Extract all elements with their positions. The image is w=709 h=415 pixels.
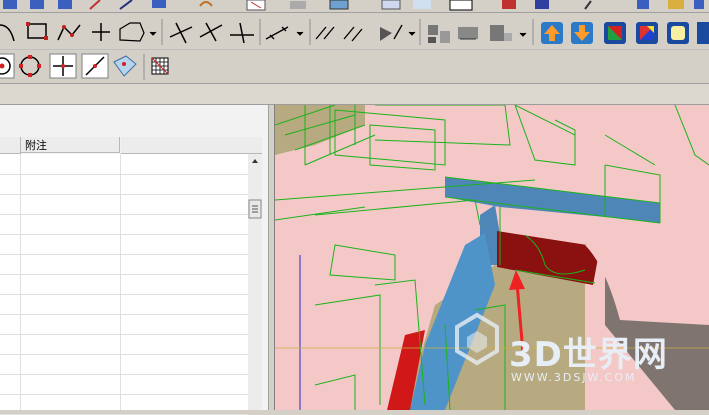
- sketch-toolbar-icons: [0, 19, 709, 45]
- column-header-extra[interactable]: [121, 137, 262, 154]
- point-tool-icon[interactable]: [92, 23, 110, 41]
- help-icon[interactable]: [694, 0, 704, 9]
- table-row[interactable]: [0, 214, 248, 235]
- panel-title-area: [0, 105, 268, 137]
- trim-tool-icon[interactable]: [169, 22, 193, 44]
- offset-tool-icon[interactable]: [343, 26, 363, 42]
- snap-cross-icon[interactable]: [49, 53, 77, 79]
- solid-icon[interactable]: [30, 0, 44, 9]
- press-tool-icon[interactable]: [490, 25, 512, 41]
- arrow-up-icon[interactable]: [541, 22, 563, 44]
- surface-icon[interactable]: [152, 0, 166, 8]
- cube-icon[interactable]: [329, 0, 349, 10]
- color-map-icon[interactable]: [636, 22, 658, 44]
- table-row[interactable]: [0, 354, 248, 375]
- cursor-icon[interactable]: [502, 0, 516, 9]
- color-icon[interactable]: [381, 0, 401, 10]
- shade-icon[interactable]: [604, 22, 626, 44]
- table-row[interactable]: [0, 194, 248, 215]
- box-icon[interactable]: [290, 1, 306, 9]
- scroll-up-icon[interactable]: [252, 159, 258, 163]
- dropdown-arrow-icon[interactable]: [519, 32, 527, 37]
- mesh-grid-icon[interactable]: [151, 57, 169, 75]
- key-icon[interactable]: [668, 0, 684, 9]
- arrow-down-icon[interactable]: [571, 22, 593, 44]
- snap-circle-icon[interactable]: [19, 55, 41, 77]
- dropdown-arrow-icon[interactable]: [149, 31, 157, 36]
- rectangle-tool-icon[interactable]: [26, 22, 48, 40]
- machine-tool-icon[interactable]: [428, 25, 450, 43]
- panel-header-strip: [0, 84, 709, 105]
- solid-icon[interactable]: [58, 0, 72, 9]
- arc-tool-icon[interactable]: [0, 24, 15, 42]
- line-icon[interactable]: [119, 0, 133, 10]
- display2-icon[interactable]: [697, 22, 709, 44]
- snap-toolbar-icons: [0, 53, 169, 80]
- grid-icon[interactable]: [246, 0, 266, 11]
- snap-center-icon[interactable]: [0, 53, 15, 79]
- plane-icon[interactable]: [413, 0, 431, 9]
- pen-icon[interactable]: [584, 0, 592, 10]
- polyline-tool-icon[interactable]: [57, 24, 81, 41]
- table-row[interactable]: [0, 334, 248, 355]
- dimension-tool-icon[interactable]: [265, 26, 289, 40]
- panel-splitter[interactable]: [268, 105, 275, 410]
- arc-icon[interactable]: [199, 1, 213, 7]
- feature-table-panel: 附注: [0, 105, 268, 415]
- table-row[interactable]: [0, 154, 248, 175]
- table-row[interactable]: [0, 174, 248, 195]
- table-row[interactable]: [0, 274, 248, 295]
- fillet-tool-icon[interactable]: [119, 22, 145, 42]
- table-row[interactable]: [0, 374, 248, 395]
- edit-icon[interactable]: [89, 0, 101, 10]
- table-row[interactable]: [0, 234, 248, 255]
- watermark-title: 3D世界网: [509, 335, 668, 375]
- top-toolbar-icons: [3, 0, 704, 11]
- snap-toolbar: [0, 50, 709, 84]
- table-row[interactable]: [0, 314, 248, 335]
- vertical-scrollbar[interactable]: [248, 154, 262, 410]
- extend-tool-icon[interactable]: [230, 22, 254, 44]
- sketch-toolbar: [0, 13, 709, 50]
- column-header-index[interactable]: [0, 137, 21, 154]
- trim2-tool-icon[interactable]: [199, 22, 223, 42]
- table-row[interactable]: [0, 294, 248, 315]
- table-row[interactable]: [0, 254, 248, 275]
- dropdown-arrow-icon[interactable]: [408, 31, 416, 36]
- table-row[interactable]: [0, 394, 248, 415]
- view-icon[interactable]: [449, 0, 473, 11]
- snap-line-icon[interactable]: [81, 53, 109, 79]
- constraint-tool-icon[interactable]: [315, 26, 335, 40]
- column-header-note-label: 附注: [25, 138, 47, 152]
- display-icon[interactable]: [667, 22, 689, 44]
- stamp-tool-icon[interactable]: [458, 27, 478, 40]
- sheet-icon[interactable]: [535, 0, 549, 9]
- snap-surface-icon[interactable]: [113, 55, 137, 77]
- column-header-note[interactable]: 附注: [21, 137, 120, 153]
- table-grid: [0, 154, 248, 415]
- top-toolbar: [0, 0, 709, 13]
- dropdown-arrow-icon[interactable]: [296, 31, 304, 36]
- diamond-icon[interactable]: [637, 0, 649, 9]
- component-tool-icon[interactable]: [380, 24, 403, 41]
- watermark-url: WWW.3DSJW.COM: [511, 371, 637, 384]
- 3d-viewport[interactable]: 3D世界网 WWW.3DSJW.COM: [275, 105, 709, 410]
- solid-icon[interactable]: [3, 0, 17, 9]
